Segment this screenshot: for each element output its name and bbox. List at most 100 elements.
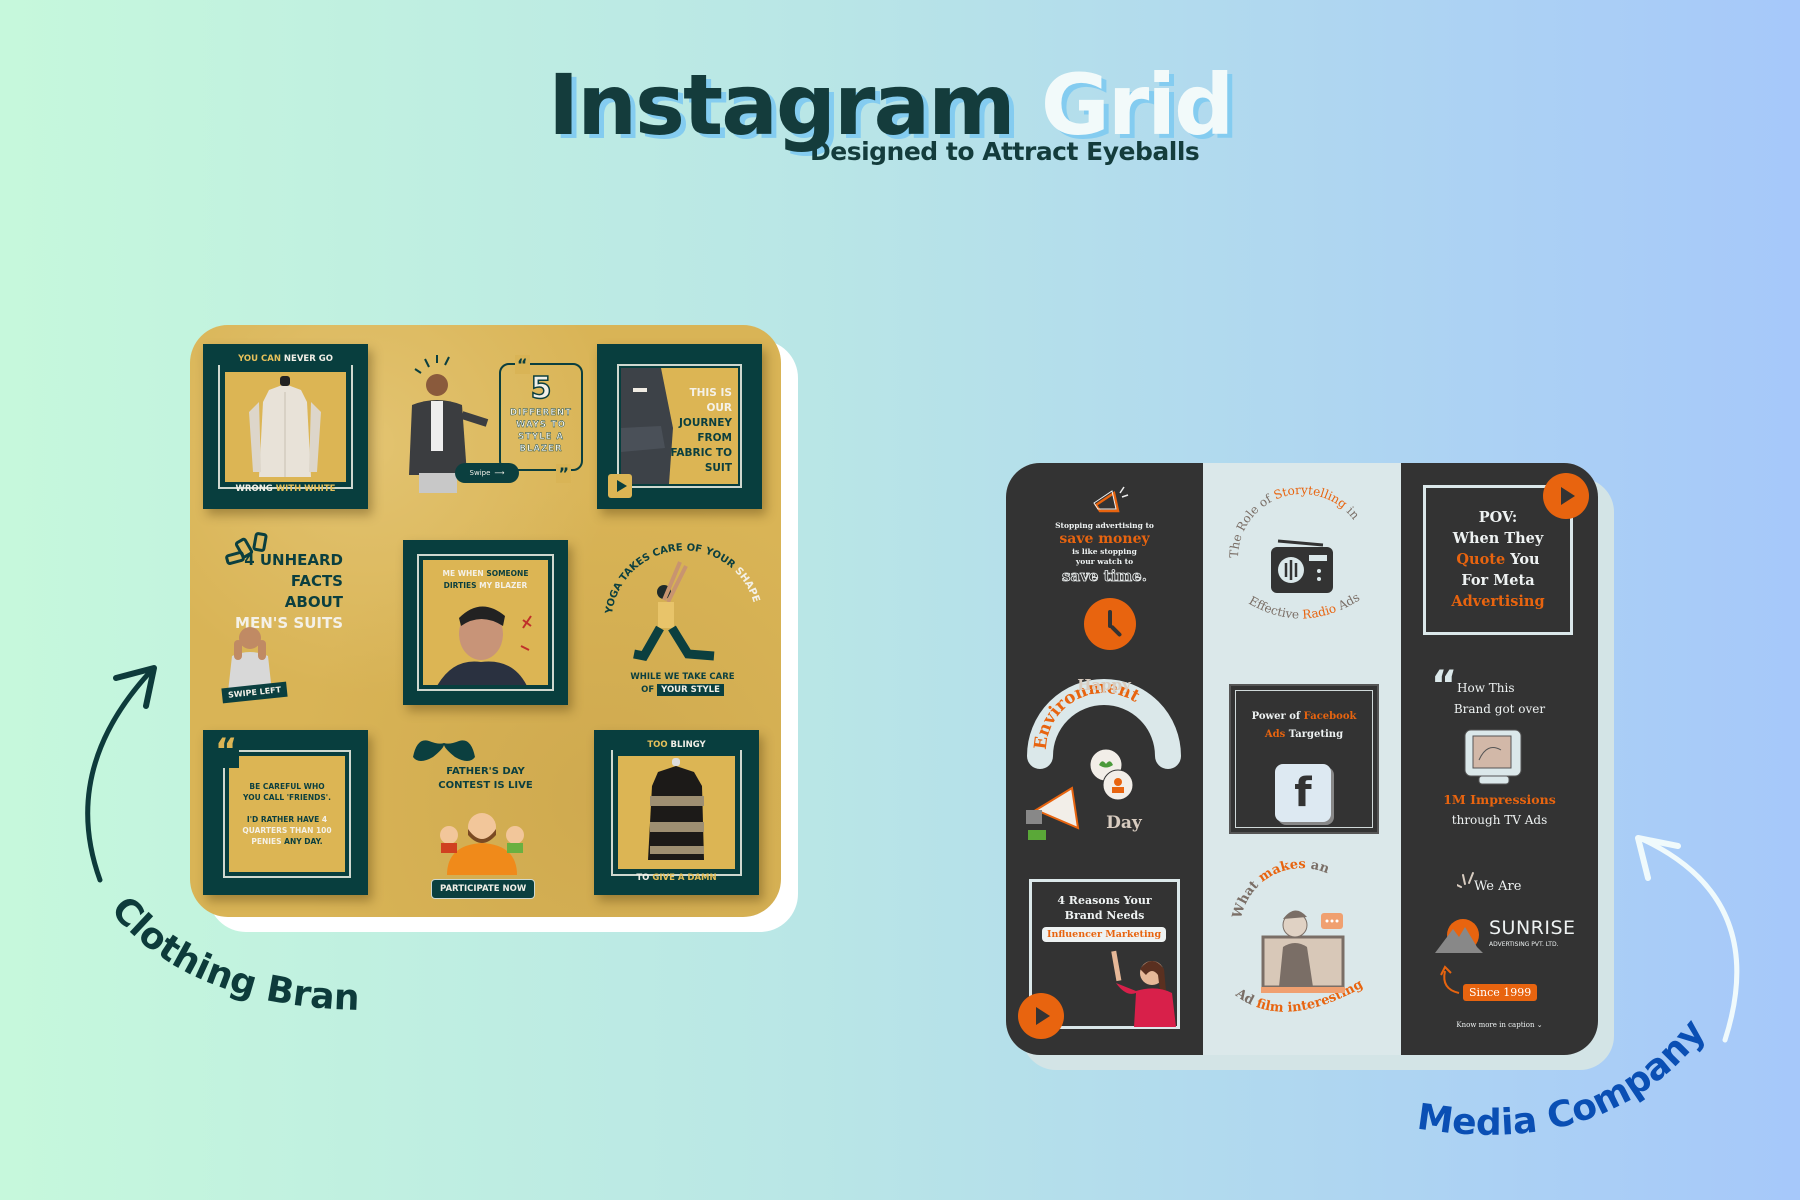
post-white-jacket[interactable]: YOU CAN NEVER GO WRONG WITH WHITE bbox=[190, 325, 387, 522]
clothing-brand-grid: YOU CAN NEVER GO WRONG WITH WHITE Swipe … bbox=[190, 325, 781, 917]
highlight-text: Advertising bbox=[1451, 593, 1545, 610]
arc-highlight: Storytelling bbox=[1272, 483, 1350, 512]
caption-text: WITH WHITE bbox=[275, 484, 336, 494]
post-journey[interactable]: THIS IS OUR JOURNEY FROM FABRIC TO SUIT bbox=[584, 325, 781, 522]
highlight-text: save money bbox=[1059, 531, 1150, 547]
caption-text: SOMEONE bbox=[486, 569, 529, 578]
line-text: YOU CALL 'FRIENDS'. bbox=[243, 793, 331, 802]
post-yoga[interactable]: YOGA TAKES CARE OF YOUR SHAPE WHILE WE T… bbox=[584, 522, 781, 719]
line-text: SUIT bbox=[704, 462, 732, 474]
tv-icon bbox=[1464, 729, 1522, 785]
sunrise-brand-name: SUNRISE bbox=[1489, 917, 1576, 939]
woman-pointing-image bbox=[1111, 950, 1176, 1027]
post-radio-ads[interactable]: The Role of Storytelling in Effective Ra… bbox=[1203, 463, 1400, 660]
clock-icon bbox=[1084, 598, 1136, 650]
post-pov-meta[interactable]: POV: When They Quote You For Meta Advert… bbox=[1401, 463, 1598, 660]
blazer-styles-box: “ 5 DIFFERENT WAYS TO STYLE A BLAZER ” bbox=[499, 355, 583, 483]
radio-arc-text: The Role of Storytelling in Effective Ra… bbox=[1227, 483, 1363, 622]
post-blazer-meme[interactable]: ME WHEN SOMEONE DIRTIES MY BLAZER bbox=[387, 522, 584, 719]
line-text: FATHER'S DAY bbox=[446, 766, 525, 777]
play-button[interactable] bbox=[1018, 993, 1064, 1039]
line-text: Stopping advertising to bbox=[1055, 521, 1154, 530]
post-influencer[interactable]: 4 Reasons Your Brand Needs Influencer Ma… bbox=[1006, 857, 1203, 1054]
caption-text: DIRTIES bbox=[443, 581, 477, 590]
line-text: Power of bbox=[1251, 711, 1301, 722]
page-subtitle: Designed to Attract Eyeballs bbox=[810, 137, 1200, 166]
post-fathers-day[interactable]: FATHER'S DAY CONTEST IS LIVE PARTICIPATE… bbox=[387, 719, 584, 916]
post-environment-day[interactable]: Environment Happy Day bbox=[1006, 660, 1203, 857]
outline-text: save time. bbox=[1062, 567, 1148, 586]
line-text: your watch to bbox=[1075, 557, 1134, 566]
megaphone-icon bbox=[1093, 486, 1129, 513]
line-text: You bbox=[1510, 551, 1540, 568]
arc-text: The Role of bbox=[1227, 491, 1275, 558]
post-ad-film[interactable]: What makes an Ad film interesting? bbox=[1203, 857, 1400, 1054]
arc-text: Ad bbox=[1232, 986, 1257, 1009]
line-text: OUR bbox=[706, 402, 732, 414]
line-text: THIS IS bbox=[689, 387, 732, 399]
play-button[interactable] bbox=[1543, 473, 1589, 519]
radio-icon bbox=[1271, 539, 1333, 593]
post-facebook-ads[interactable]: Power of Facebook Ads Targeting f bbox=[1203, 660, 1400, 857]
line-text: For Meta bbox=[1461, 572, 1535, 589]
facebook-icon: f bbox=[1275, 764, 1331, 822]
caption-text: 4 bbox=[321, 815, 328, 824]
svg-text:Media Company: Media Company bbox=[1415, 1012, 1714, 1144]
caption-text: TO bbox=[636, 873, 650, 883]
media-company-label: Media Company bbox=[1415, 1012, 1714, 1144]
caption-text: YOU CAN bbox=[238, 354, 281, 364]
line-text: JOURNEY bbox=[678, 417, 732, 429]
post-friends-quote[interactable]: BE CAREFUL WHO YOU CALL 'FRIENDS'. I'D R… bbox=[190, 719, 387, 916]
yoga-figure-icon bbox=[633, 561, 715, 662]
post-save-money[interactable]: Stopping advertising to save money is li… bbox=[1006, 463, 1203, 660]
line-text: BLAZER bbox=[519, 444, 563, 454]
blingy-jacket-image bbox=[648, 758, 704, 860]
clothing-brand-label-text: Clothing Brand bbox=[80, 890, 360, 1019]
number-five: 5 bbox=[530, 370, 552, 407]
line-text: ABOUT bbox=[284, 593, 343, 611]
arc-highlight: Radio bbox=[1302, 601, 1338, 621]
white-jacket-image bbox=[249, 376, 321, 477]
caption-text: TOO bbox=[647, 740, 668, 750]
play-button[interactable] bbox=[608, 474, 632, 498]
post-suit-facts[interactable]: 4 UNHEARD FACTS ABOUT MEN'S SUITS SWIPE … bbox=[190, 522, 387, 719]
participate-now-button[interactable]: PARTICIPATE NOW bbox=[431, 879, 536, 899]
play-icon bbox=[616, 480, 627, 492]
shocked-man-image bbox=[228, 627, 272, 692]
caption-text: GIVE A DAMN bbox=[652, 873, 717, 883]
highlight-text: Facebook bbox=[1303, 711, 1357, 722]
line-text: 4 Reasons Your bbox=[1057, 894, 1152, 907]
line-text: When They bbox=[1452, 530, 1544, 547]
media-company-label-text: Media Company bbox=[1415, 1012, 1714, 1144]
arrow-right-icon: ⟶ bbox=[494, 469, 505, 477]
caption-text: PENIES bbox=[251, 837, 282, 846]
since-badge: Since 1999 bbox=[1463, 984, 1538, 1001]
line-text: CONTEST IS LIVE bbox=[438, 780, 533, 791]
post-tv-ads[interactable]: “ How This Brand got over 1M Impressions… bbox=[1401, 660, 1598, 857]
we-are-text: We Are bbox=[1474, 879, 1522, 894]
highlight-text: Quote bbox=[1456, 551, 1506, 568]
post-blazer-styles[interactable]: Swipe ⟶ “ 5 DIFFERENT WAYS TO STYLE A BL… bbox=[387, 325, 584, 522]
line-text: 4 UNHEARD bbox=[244, 551, 343, 569]
post-blingy-jacket[interactable]: TOO BLINGY TO GIVE A DAMN bbox=[584, 719, 781, 916]
caption-text: NEVER GO bbox=[283, 354, 333, 364]
caption-text: I'D RATHER HAVE bbox=[246, 815, 320, 824]
mustache-icon bbox=[413, 740, 475, 761]
line-text: Targeting bbox=[1288, 729, 1344, 740]
line-text: FACTS bbox=[290, 572, 343, 590]
caption-text: ANY DAY. bbox=[284, 837, 323, 846]
ad-film-graphic: What makes an Ad film interesting? bbox=[1203, 857, 1366, 1016]
clothing-brand-label: Clothing Brand bbox=[80, 890, 360, 1019]
happy-text: Happy bbox=[1077, 676, 1132, 694]
influencer-marketing-badge: Influencer Marketing bbox=[1042, 927, 1167, 942]
quote-icon: “ bbox=[1431, 663, 1458, 709]
caption-text: WRONG bbox=[235, 484, 273, 494]
line-text: WHILE WE TAKE CARE bbox=[630, 672, 735, 682]
line-text: is like stopping bbox=[1072, 547, 1137, 556]
suit-arm-image bbox=[621, 368, 673, 484]
line-text: STYLE A bbox=[518, 432, 564, 442]
line-text: through TV Ads bbox=[1451, 813, 1548, 827]
arc-text: Effective bbox=[1247, 593, 1300, 621]
line-text: WAYS TO bbox=[515, 420, 567, 430]
svg-text:What makes an: What makes an bbox=[1230, 857, 1332, 921]
